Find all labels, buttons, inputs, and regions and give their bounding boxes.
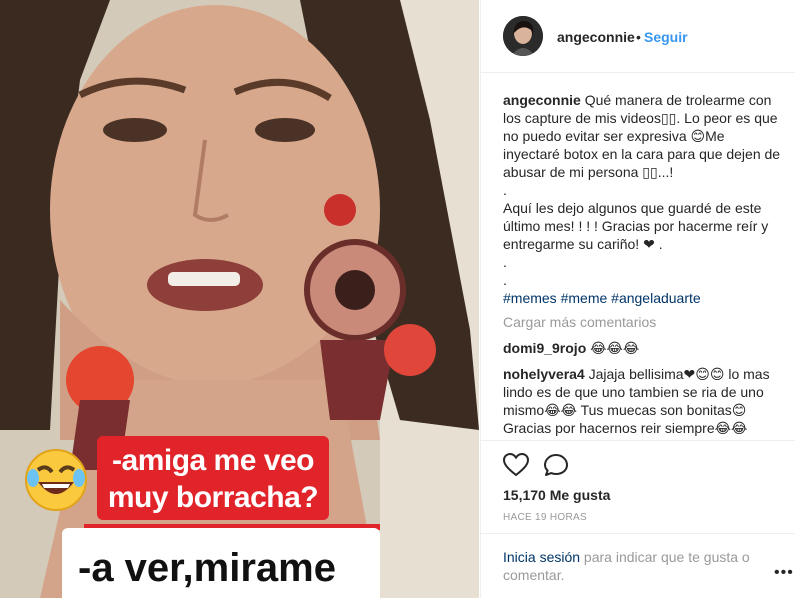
caption-red-line-1: -amiga me veo [112, 444, 314, 477]
comment-icon[interactable] [543, 453, 569, 477]
caption-overlay-red: -amiga me veo muy borracha? [97, 436, 329, 520]
hashtag-link[interactable]: #meme [561, 290, 608, 306]
caption-line: . [503, 254, 507, 270]
laughing-emoji-icon [24, 448, 88, 512]
caption-overlay-white: -a ver,mirame [62, 528, 380, 598]
post-caption: angeconnie Qué manera de trolearme con l… [503, 91, 781, 181]
caption-line: . [503, 272, 507, 288]
post-sidebar: angeconnie • Seguir angeconnie Qué maner… [480, 0, 795, 598]
caption-red-line-2: muy borracha? [107, 481, 319, 514]
header-username[interactable]: angeconnie [557, 29, 635, 45]
comment-item: domi9_9rojo 😂😂😂 [503, 339, 781, 357]
post-header: angeconnie • Seguir [481, 0, 795, 73]
login-link[interactable]: Inicia sesión [503, 549, 580, 565]
heart-icon[interactable] [502, 452, 530, 477]
hashtag-link[interactable]: #memes [503, 290, 557, 306]
comment-item: nohelyvera4 Jajaja bellisima❤😊😊 lo mas l… [503, 365, 781, 437]
login-prompt: Inicia sesión para indicar que te gusta … [481, 533, 795, 583]
caption-author[interactable]: angeconnie [503, 92, 581, 108]
comments-list[interactable]: angeconnie Qué manera de trolearme con l… [503, 91, 781, 439]
login-prompt-text: Inicia sesión para indicar que te gusta … [503, 548, 763, 584]
avatar[interactable] [503, 16, 543, 56]
likes-count[interactable]: 15,170 Me gusta [503, 487, 610, 503]
load-more-comments-button[interactable]: Cargar más comentarios [503, 313, 781, 331]
post-media[interactable]: -amiga me veo muy borracha? -a ver,miram… [0, 0, 479, 598]
caption-line: Aquí les dejo algunos que guardé de este… [503, 200, 769, 252]
comment-author[interactable]: nohelyvera4 [503, 366, 585, 382]
header-separator: • [636, 29, 641, 45]
caption-line: . [503, 182, 507, 198]
post-actions: 15,170 Me gusta HACE 19 HORAS [481, 440, 795, 523]
hashtag-link[interactable]: #angeladuarte [611, 290, 701, 306]
comment-author[interactable]: domi9_9rojo [503, 340, 586, 356]
hashtags: #memes #meme #angeladuarte [503, 289, 781, 307]
post-timestamp[interactable]: HACE 19 HORAS [503, 512, 587, 523]
follow-button[interactable]: Seguir [644, 29, 688, 45]
comment-text: 😂😂😂 [590, 340, 640, 356]
more-options-icon[interactable]: ••• [774, 564, 794, 582]
